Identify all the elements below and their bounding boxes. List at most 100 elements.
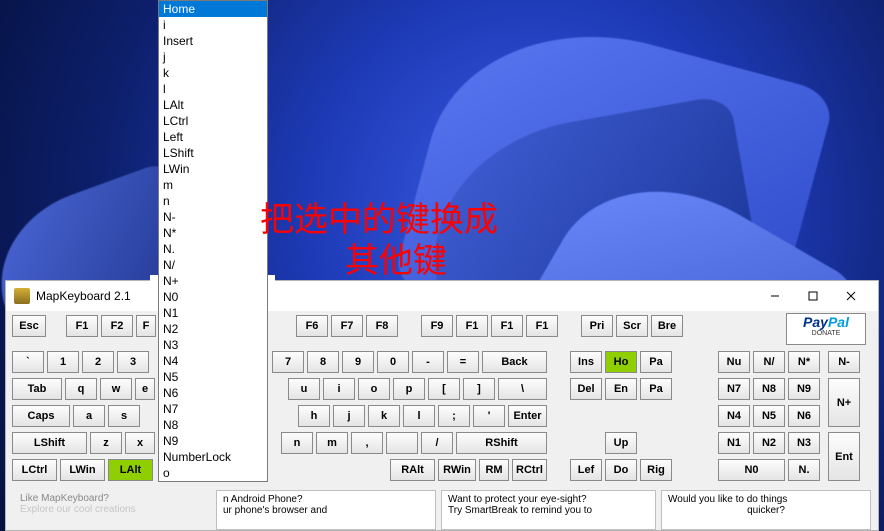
- key-f2[interactable]: F2: [101, 315, 133, 337]
- key-comma[interactable]: ,: [351, 432, 383, 454]
- key-break[interactable]: Bre: [651, 315, 683, 337]
- dropdown-item[interactable]: N.: [159, 241, 267, 257]
- key-f8[interactable]: F8: [366, 315, 398, 337]
- key-f7[interactable]: F7: [331, 315, 363, 337]
- key-end[interactable]: En: [605, 378, 637, 400]
- key-7[interactable]: 7: [272, 351, 304, 373]
- key-i[interactable]: i: [323, 378, 355, 400]
- key-lctrl[interactable]: LCtrl: [12, 459, 57, 481]
- key-printscreen[interactable]: Pri: [581, 315, 613, 337]
- key-k[interactable]: k: [368, 405, 400, 427]
- key-s[interactable]: s: [108, 405, 140, 427]
- key-f12[interactable]: F1: [526, 315, 558, 337]
- key-numpad-6[interactable]: N6: [788, 405, 820, 427]
- key-f10[interactable]: F1: [456, 315, 488, 337]
- key-numpad-2[interactable]: N2: [753, 432, 785, 454]
- key-3[interactable]: 3: [117, 351, 149, 373]
- key-1[interactable]: 1: [47, 351, 79, 373]
- dropdown-item[interactable]: i: [159, 17, 267, 33]
- key-rwin[interactable]: RWin: [438, 459, 476, 481]
- key-9[interactable]: 9: [342, 351, 374, 373]
- dropdown-item[interactable]: N7: [159, 401, 267, 417]
- key-numpad-4[interactable]: N4: [718, 405, 750, 427]
- dropdown-item[interactable]: N6: [159, 385, 267, 401]
- key-scrolllock[interactable]: Scr: [616, 315, 648, 337]
- key-e[interactable]: e: [135, 378, 155, 400]
- key-f11[interactable]: F1: [491, 315, 523, 337]
- key-tab[interactable]: Tab: [12, 378, 62, 400]
- key-menu[interactable]: RM: [479, 459, 509, 481]
- dropdown-item[interactable]: LAlt: [159, 97, 267, 113]
- key-delete[interactable]: Del: [570, 378, 602, 400]
- key-lbracket[interactable]: [: [428, 378, 460, 400]
- key-n[interactable]: n: [281, 432, 313, 454]
- key-p[interactable]: p: [393, 378, 425, 400]
- close-button[interactable]: [832, 281, 870, 311]
- key-down[interactable]: Do: [605, 459, 637, 481]
- promo-quicker[interactable]: Would you like to do things quicker?: [661, 490, 871, 530]
- key-backslash[interactable]: \: [498, 378, 547, 400]
- key-lalt[interactable]: LAlt: [108, 459, 153, 481]
- dropdown-item[interactable]: n: [159, 193, 267, 209]
- key-ralt[interactable]: RAlt: [390, 459, 435, 481]
- paypal-donate-button[interactable]: PayPal DONATE: [786, 313, 866, 345]
- key-l[interactable]: l: [403, 405, 435, 427]
- key-a[interactable]: a: [73, 405, 105, 427]
- promo-eyesight[interactable]: Want to protect your eye-sight? Try Smar…: [441, 490, 656, 530]
- key-numpad-star[interactable]: N*: [788, 351, 820, 373]
- dropdown-item[interactable]: m: [159, 177, 267, 193]
- key-up[interactable]: Up: [605, 432, 637, 454]
- key-numpad-plus[interactable]: N+: [828, 378, 860, 427]
- dropdown-item[interactable]: N3: [159, 337, 267, 353]
- key-esc[interactable]: Esc: [12, 315, 46, 337]
- key-numpad-3[interactable]: N3: [788, 432, 820, 454]
- key-pagedown[interactable]: Pa: [640, 378, 672, 400]
- key-numpad-minus[interactable]: N-: [828, 351, 860, 373]
- minimize-button[interactable]: [756, 281, 794, 311]
- key-rctrl[interactable]: RCtrl: [512, 459, 547, 481]
- key-z[interactable]: z: [90, 432, 122, 454]
- dropdown-item[interactable]: N5: [159, 369, 267, 385]
- key-rbracket[interactable]: ]: [463, 378, 495, 400]
- key-f9[interactable]: F9: [421, 315, 453, 337]
- key-numpad-enter[interactable]: Ent: [828, 432, 860, 481]
- key-0[interactable]: 0: [377, 351, 409, 373]
- dropdown-item[interactable]: N1: [159, 305, 267, 321]
- dropdown-item[interactable]: N+: [159, 273, 267, 289]
- key-slash[interactable]: /: [421, 432, 453, 454]
- key-rshift[interactable]: RShift: [456, 432, 547, 454]
- key-m[interactable]: m: [316, 432, 348, 454]
- key-numpad-1[interactable]: N1: [718, 432, 750, 454]
- key-semicolon[interactable]: ;: [438, 405, 470, 427]
- dropdown-item[interactable]: NumberLock: [159, 449, 267, 465]
- dropdown-item[interactable]: N2: [159, 321, 267, 337]
- promo-android[interactable]: n Android Phone? ur phone's browser and: [216, 490, 436, 530]
- key-backtick[interactable]: `: [12, 351, 44, 373]
- key-numpad-0[interactable]: N0: [718, 459, 785, 481]
- key-numpad-9[interactable]: N9: [788, 378, 820, 400]
- key-w[interactable]: w: [100, 378, 132, 400]
- key-lwin[interactable]: LWin: [60, 459, 105, 481]
- key-remap-dropdown[interactable]: HomeiInsertjklLAltLCtrlLeftLShiftLWinmnN…: [158, 0, 268, 482]
- key-f3[interactable]: F: [136, 315, 156, 337]
- dropdown-item[interactable]: N*: [159, 225, 267, 241]
- dropdown-item[interactable]: l: [159, 81, 267, 97]
- key-numpad-5[interactable]: N5: [753, 405, 785, 427]
- dropdown-item[interactable]: N-: [159, 209, 267, 225]
- dropdown-item[interactable]: N9: [159, 433, 267, 449]
- dropdown-item[interactable]: LShift: [159, 145, 267, 161]
- key-x[interactable]: x: [125, 432, 155, 454]
- key-u[interactable]: u: [288, 378, 320, 400]
- dropdown-item[interactable]: N/: [159, 257, 267, 273]
- key-period[interactable]: [386, 432, 418, 454]
- key-enter[interactable]: Enter: [508, 405, 547, 427]
- key-apostrophe[interactable]: ': [473, 405, 505, 427]
- key-equals[interactable]: =: [447, 351, 479, 373]
- dropdown-item[interactable]: Insert: [159, 33, 267, 49]
- dropdown-item[interactable]: Left: [159, 129, 267, 145]
- key-capslock[interactable]: Caps: [12, 405, 70, 427]
- key-insert[interactable]: Ins: [570, 351, 602, 373]
- key-backspace[interactable]: Back: [482, 351, 547, 373]
- dropdown-item[interactable]: j: [159, 49, 267, 65]
- key-pageup[interactable]: Pa: [640, 351, 672, 373]
